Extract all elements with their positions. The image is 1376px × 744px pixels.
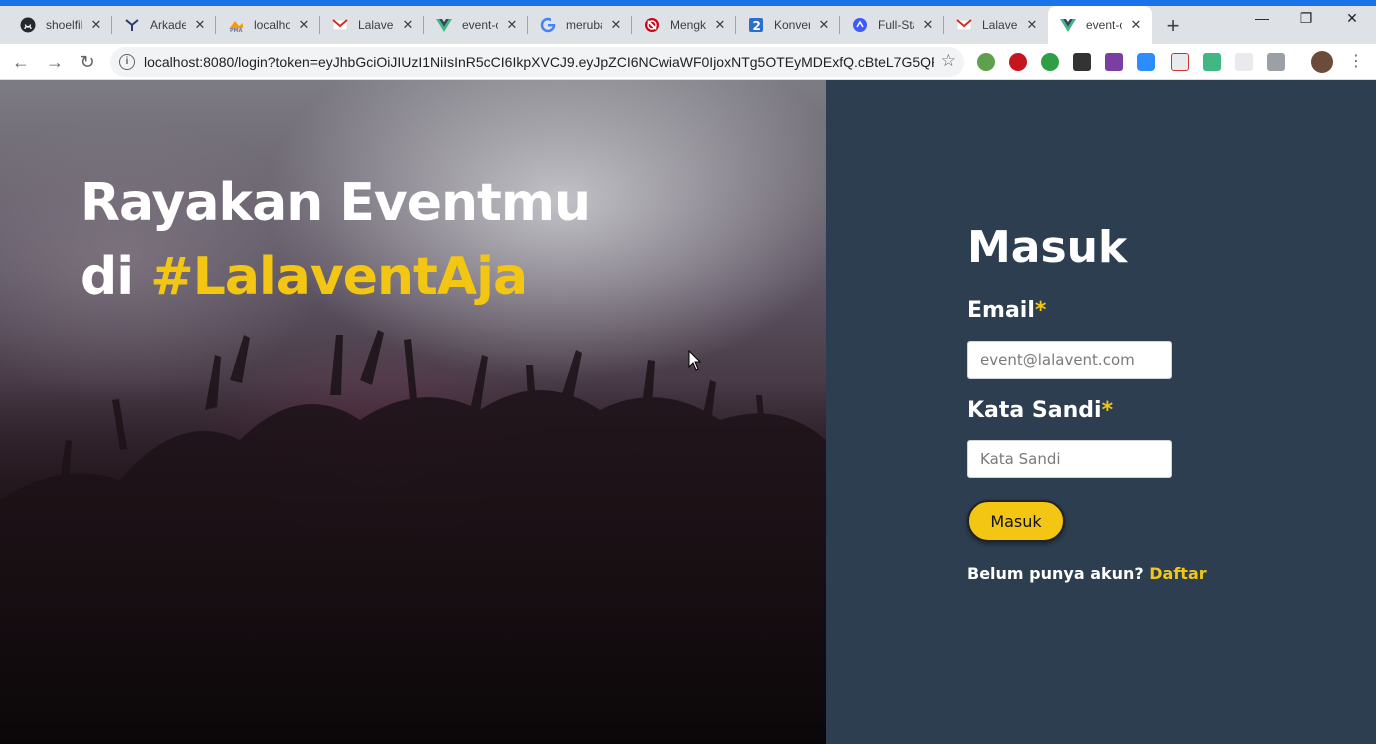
- arkademy-icon: [124, 17, 140, 33]
- number-icon: 2: [748, 17, 764, 33]
- login-page: Rayakan Eventmu di #LalaventAja Masuk Em…: [0, 80, 1376, 744]
- tab-title: Arkade: [150, 18, 186, 32]
- address-bar[interactable]: i localhost:8080/login?token=eyJhbGciOiJ…: [110, 47, 964, 77]
- tab-title: localho: [254, 18, 290, 32]
- password-input[interactable]: [967, 440, 1172, 478]
- tab-title: Mengk: [670, 18, 706, 32]
- back-icon[interactable]: ←: [10, 51, 32, 73]
- profile-avatar[interactable]: [1311, 51, 1333, 73]
- window-close-icon[interactable]: ✕: [1342, 10, 1362, 27]
- incognito-extension-icon[interactable]: [1073, 53, 1091, 71]
- tab-title: Konver: [774, 18, 810, 32]
- email-input[interactable]: [967, 341, 1172, 379]
- gmail-icon: [956, 17, 972, 33]
- required-mark: *: [1034, 298, 1047, 323]
- signup-prompt: Belum punya akun? Daftar: [967, 564, 1207, 583]
- new-tab-button[interactable]: +: [1162, 15, 1184, 38]
- vue-icon: [436, 17, 452, 33]
- blank-extension-icon[interactable]: [1235, 53, 1253, 71]
- svg-text:PMA: PMA: [230, 28, 243, 33]
- tab-10-active[interactable]: event-c ✕: [1048, 6, 1152, 44]
- tab-4[interactable]: event-c ✕: [424, 6, 528, 44]
- tab-bar: shoelfil ✕ Arkade ✕ PMA localho ✕ Lalave…: [0, 6, 1376, 44]
- tab-close-icon[interactable]: ✕: [816, 17, 832, 33]
- phpmyadmin-icon: PMA: [228, 17, 244, 33]
- tab-6[interactable]: Mengk ✕: [632, 6, 736, 44]
- tab-close-icon[interactable]: ✕: [192, 17, 208, 33]
- tab-0[interactable]: shoelfil ✕: [8, 6, 112, 44]
- login-title: Masuk: [967, 222, 1128, 273]
- reload-icon[interactable]: ↻: [76, 51, 98, 73]
- github-icon: [20, 17, 36, 33]
- tab-title: shoelfil: [46, 18, 82, 32]
- tab-1[interactable]: Arkade ✕: [112, 6, 216, 44]
- signup-link[interactable]: Daftar: [1149, 564, 1206, 583]
- svg-text:2: 2: [753, 19, 761, 33]
- hero-line-1: Rayakan Eventmu: [80, 173, 591, 233]
- site-info-icon[interactable]: i: [119, 54, 135, 70]
- google-icon: [540, 17, 556, 33]
- vue-devtools-icon[interactable]: [1203, 53, 1221, 71]
- gmail-icon: [332, 17, 348, 33]
- minimize-icon[interactable]: —: [1252, 10, 1272, 26]
- browser-tab-strip: shoelfil ✕ Arkade ✕ PMA localho ✕ Lalave…: [0, 0, 1376, 44]
- vue-icon: [1060, 17, 1076, 33]
- hero-section: Rayakan Eventmu di #LalaventAja: [0, 80, 826, 744]
- required-mark: *: [1101, 398, 1114, 423]
- zoom-extension-icon[interactable]: [1137, 53, 1155, 71]
- tab-5[interactable]: meruba ✕: [528, 6, 632, 44]
- tab-title: meruba: [566, 18, 602, 32]
- tab-close-icon[interactable]: ✕: [504, 17, 520, 33]
- email-label: Email*: [967, 298, 1046, 323]
- tab-close-icon[interactable]: ✕: [88, 17, 104, 33]
- tab-close-icon[interactable]: ✕: [400, 17, 416, 33]
- tab-title: event-c: [1086, 18, 1122, 32]
- yab-extension-icon[interactable]: [1009, 53, 1027, 71]
- tab-close-icon[interactable]: ✕: [920, 17, 936, 33]
- signup-prompt-text: Belum punya akun?: [967, 564, 1150, 583]
- tab-title: Lalaven: [982, 18, 1018, 32]
- browser-menu-icon[interactable]: ⋮: [1348, 52, 1364, 72]
- blue-circle-icon: [852, 17, 868, 33]
- forward-icon[interactable]: →: [44, 51, 66, 73]
- tab-7[interactable]: 2 Konver ✕: [736, 6, 840, 44]
- login-submit-button[interactable]: Masuk: [967, 500, 1065, 542]
- tab-3[interactable]: Lalaven ✕: [320, 6, 424, 44]
- json-extension-icon[interactable]: [1105, 53, 1123, 71]
- globe-extension-icon[interactable]: [1041, 53, 1059, 71]
- tab-close-icon[interactable]: ✕: [296, 17, 312, 33]
- hero-hashtag: #LalaventAja: [150, 247, 528, 307]
- tab-title: Full-Sta: [878, 18, 914, 32]
- tab-8[interactable]: Full-Sta ✕: [840, 6, 944, 44]
- tab-title: event-c: [462, 18, 498, 32]
- password-label: Kata Sandi*: [967, 398, 1113, 423]
- calendar-extension-icon[interactable]: [1171, 53, 1189, 71]
- password-label-text: Kata Sandi: [967, 398, 1102, 423]
- url-text[interactable]: localhost:8080/login?token=eyJhbGciOiJIU…: [144, 54, 934, 70]
- tab-close-icon[interactable]: ✕: [1024, 17, 1040, 33]
- tab-close-icon[interactable]: ✕: [1128, 17, 1144, 33]
- nodejs-extension-icon[interactable]: [977, 53, 995, 71]
- bookmark-star-icon[interactable]: ☆: [941, 51, 956, 71]
- hero-line-2-prefix: di: [80, 247, 151, 307]
- opera-icon: [644, 17, 660, 33]
- email-label-text: Email: [967, 298, 1035, 323]
- restore-icon[interactable]: ❐: [1296, 10, 1316, 27]
- tab-close-icon[interactable]: ✕: [608, 17, 624, 33]
- tab-9[interactable]: Lalaven ✕: [944, 6, 1048, 44]
- tab-close-icon[interactable]: ✕: [712, 17, 728, 33]
- tab-2[interactable]: PMA localho ✕: [216, 6, 320, 44]
- hero-headline: Rayakan Eventmu di #LalaventAja: [80, 166, 640, 314]
- login-panel: Masuk Email* Kata Sandi* Masuk Belum pun…: [826, 80, 1376, 744]
- browser-toolbar: ← → ↻ i localhost:8080/login?token=eyJhb…: [0, 44, 1376, 80]
- hero-line-2: di #LalaventAja: [80, 240, 640, 314]
- mouse-cursor-icon: [688, 350, 702, 371]
- camera-extension-icon[interactable]: [1267, 53, 1285, 71]
- tab-title: Lalaven: [358, 18, 394, 32]
